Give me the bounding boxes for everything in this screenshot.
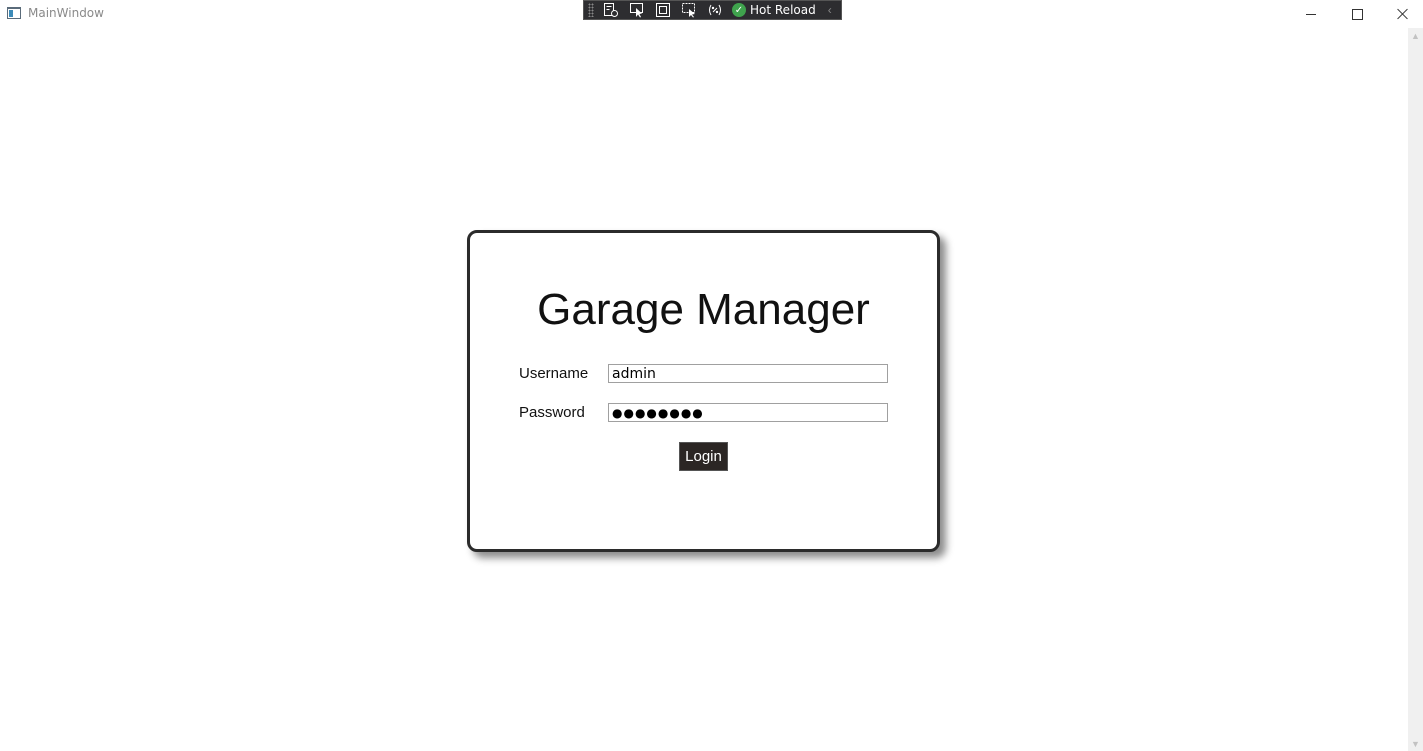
maximize-button[interactable] (1334, 0, 1380, 28)
minimize-icon (1306, 13, 1316, 15)
xaml-debug-toolbar: ✓ Hot Reload ‹ (583, 0, 842, 20)
toolbar-grip-icon[interactable] (588, 3, 594, 17)
username-input[interactable] (608, 364, 888, 383)
scroll-up-icon[interactable]: ▲ (1408, 28, 1423, 43)
check-circle-icon: ✓ (732, 3, 746, 17)
window-title: MainWindow (28, 6, 104, 20)
track-focused-element-icon[interactable] (680, 2, 698, 18)
select-element-icon[interactable] (628, 2, 646, 18)
main-window: MainWindow ✓ Hot Reload ‹ ▲ ▼ Garage Man… (0, 0, 1423, 751)
maximize-icon (1351, 8, 1363, 20)
app-icon[interactable] (7, 7, 21, 19)
app-title: Garage Manager (537, 285, 870, 334)
close-button[interactable] (1380, 0, 1423, 28)
minimize-button[interactable] (1288, 0, 1334, 28)
vertical-scrollbar[interactable]: ▲ ▼ (1408, 28, 1423, 751)
login-button[interactable]: Login (679, 442, 728, 471)
binding-failures-icon[interactable] (706, 2, 724, 18)
hot-reload-button[interactable]: ✓ Hot Reload (732, 3, 816, 17)
hot-reload-label: Hot Reload (750, 3, 816, 17)
scroll-down-icon[interactable]: ▼ (1408, 736, 1423, 751)
close-icon (1397, 8, 1409, 20)
chevron-left-icon[interactable]: ‹ (828, 3, 832, 17)
display-layout-adorners-icon[interactable] (654, 2, 672, 18)
password-label: Password (519, 404, 585, 421)
login-card: Garage Manager Username Password Login (467, 230, 940, 552)
go-to-live-visual-tree-icon[interactable] (602, 2, 620, 18)
username-label: Username (519, 365, 589, 382)
password-input[interactable] (608, 403, 888, 422)
